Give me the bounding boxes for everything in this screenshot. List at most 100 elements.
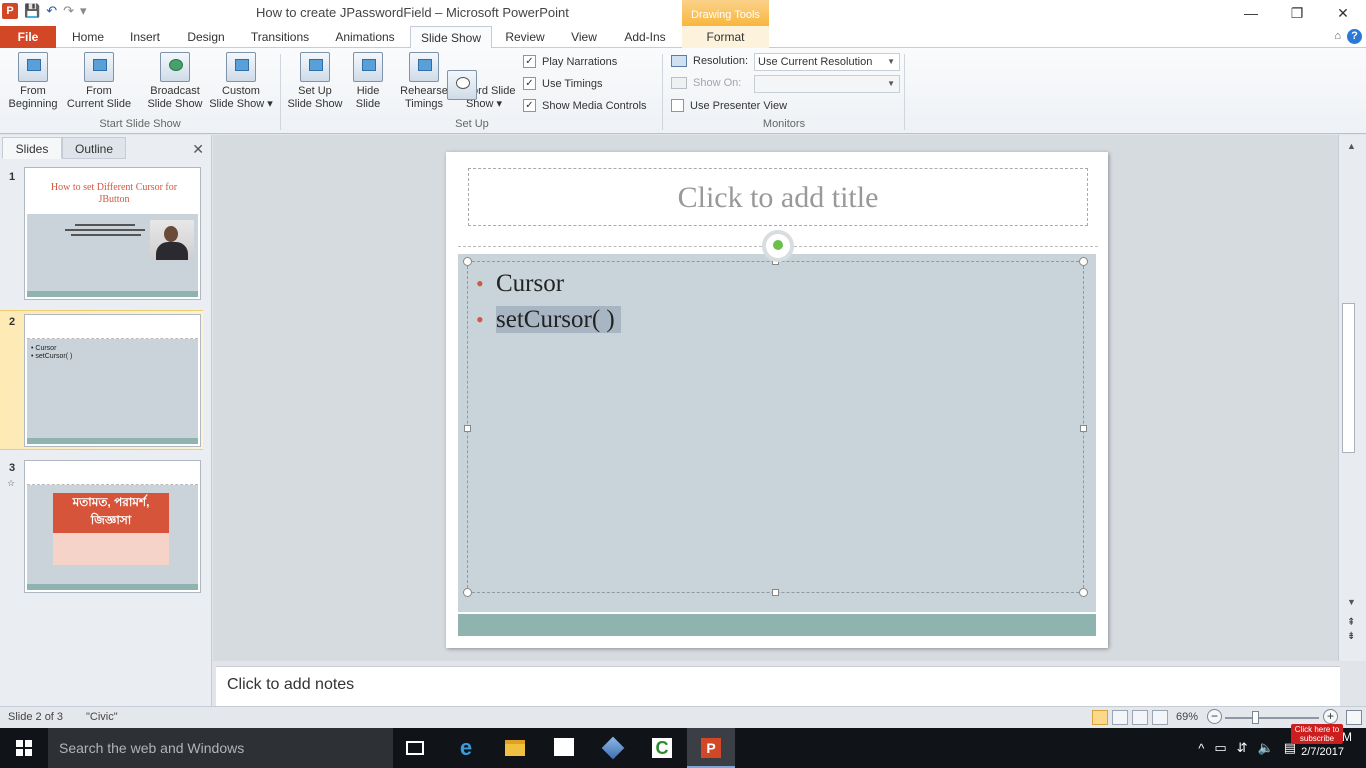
slide-show-view-icon[interactable] <box>1152 710 1168 725</box>
tab-transitions[interactable]: Transitions <box>244 26 316 48</box>
zoom-slider[interactable] <box>1225 717 1319 719</box>
slide-thumbnail-2[interactable]: • Cursor • setCursor( ) <box>24 314 201 447</box>
tab-outline[interactable]: Outline <box>62 137 126 159</box>
use-timings-checkbox[interactable]: ✓ Use Timings <box>523 77 603 90</box>
camtasia-icon[interactable]: C <box>638 728 686 768</box>
tab-animations[interactable]: Animations <box>328 26 402 48</box>
close-pane-icon[interactable]: ✕ <box>192 141 204 158</box>
slide-sorter-view-icon[interactable] <box>1112 710 1128 725</box>
broadcast-slide-show-button[interactable]: Broadcast Slide Show <box>144 52 206 111</box>
save-icon[interactable]: 💾 <box>24 3 40 19</box>
battery-icon[interactable]: ▭ <box>1214 740 1226 756</box>
edge-browser-icon[interactable]: e <box>442 728 490 768</box>
bullet-item[interactable]: Cursor <box>476 266 621 302</box>
tab-home[interactable]: Home <box>66 26 110 48</box>
zoom-level[interactable]: 69% <box>1176 711 1198 723</box>
bullet-item[interactable]: setCursor( ) <box>476 302 621 338</box>
dropdown-arrow-icon: ▼ <box>887 79 895 88</box>
status-bar: Slide 2 of 3 "Civic" 69% − + <box>0 706 1366 728</box>
rehearse-timings-button[interactable]: Rehearse Timings <box>398 52 450 111</box>
vertical-scrollbar[interactable]: ▲ ▼ ⇞ ⇟ <box>1338 135 1366 661</box>
zoom-in-icon[interactable]: + <box>1323 709 1338 724</box>
restore-button[interactable]: ❐ <box>1274 0 1320 26</box>
monitors-group-label: Monitors <box>762 118 806 130</box>
tab-insert[interactable]: Insert <box>122 26 168 48</box>
file-explorer-icon[interactable] <box>491 728 539 768</box>
help-icon[interactable]: ? <box>1347 29 1362 44</box>
zoom-slider-knob[interactable] <box>1252 711 1259 724</box>
notes-pane[interactable]: Click to add notes <box>216 666 1340 706</box>
rotation-handle-icon[interactable] <box>762 230 794 262</box>
undo-icon[interactable]: ↶ <box>46 3 57 19</box>
thumbnail-text-line <box>71 234 141 236</box>
reading-view-icon[interactable] <box>1132 710 1148 725</box>
scroll-down-icon[interactable]: ▼ <box>1347 597 1356 607</box>
store-icon[interactable] <box>540 728 588 768</box>
taskbar-clock[interactable]: 2/7/2017 <box>1301 746 1344 758</box>
next-slide-icon[interactable]: ⇟ <box>1347 631 1355 642</box>
minimize-button[interactable]: — <box>1228 0 1274 26</box>
resize-handle[interactable] <box>1080 425 1087 432</box>
close-button[interactable]: ✕ <box>1320 0 1366 26</box>
volume-icon[interactable]: 🔈 <box>1258 740 1274 756</box>
record-slide-show-button[interactable]: Record Slide Show ▾ <box>447 52 516 111</box>
projector-icon <box>18 52 48 82</box>
normal-view-icon[interactable] <box>1092 710 1108 725</box>
tab-slides[interactable]: Slides <box>2 137 62 159</box>
resize-handle[interactable] <box>1079 257 1088 266</box>
network-icon[interactable]: ⇵ <box>1237 740 1248 756</box>
thumbnail-footer <box>27 438 198 444</box>
play-narrations-checkbox[interactable]: ✓ Play Narrations <box>523 55 617 68</box>
customize-qat-icon[interactable]: ▾ <box>80 3 87 19</box>
tab-file[interactable]: File <box>0 26 56 48</box>
show-media-controls-checkbox[interactable]: ✓ Show Media Controls <box>523 99 647 112</box>
slide-thumbnail-1[interactable]: How to set Different Cursor for JButton <box>24 167 201 300</box>
show-on-dropdown[interactable]: ▼ <box>754 75 900 93</box>
tab-review[interactable]: Review <box>500 26 550 48</box>
ribbon-tabs: File Home Insert Design Transitions Anim… <box>0 26 1366 49</box>
minimize-ribbon-icon[interactable]: ⌂ <box>1334 29 1341 44</box>
set-up-slide-show-button[interactable]: Set Up Slide Show <box>286 52 344 111</box>
task-view-glyph <box>406 741 424 755</box>
fit-to-window-icon[interactable] <box>1346 710 1362 725</box>
scroll-up-icon[interactable]: ▲ <box>1347 141 1356 151</box>
resize-handle[interactable] <box>1079 588 1088 597</box>
previous-slide-icon[interactable]: ⇞ <box>1347 617 1355 628</box>
resize-handle[interactable] <box>463 588 472 597</box>
taskbar-search-box[interactable]: Search the web and Windows <box>48 728 393 768</box>
powerpoint-logo-icon[interactable]: P <box>2 3 18 19</box>
tab-format[interactable]: Format <box>682 26 769 48</box>
custom-slide-show-button[interactable]: Custom Slide Show ▾ <box>208 52 274 111</box>
theme-name[interactable]: "Civic" <box>86 711 118 723</box>
zoom-out-icon[interactable]: − <box>1207 709 1222 724</box>
show-hidden-icons-icon[interactable]: ^ <box>1198 741 1204 756</box>
tab-design[interactable]: Design <box>180 26 232 48</box>
redo-icon[interactable]: ↷ <box>63 3 74 19</box>
subscribe-overlay[interactable]: Click here to subscribe <box>1291 724 1343 744</box>
windows-start-icon[interactable] <box>0 728 48 768</box>
resolution-dropdown[interactable]: Use Current Resolution ▼ <box>754 53 900 71</box>
system-tray: ^ ▭ ⇵ 🔈 ▤ <box>1198 728 1296 768</box>
resize-handle[interactable] <box>463 257 472 266</box>
slide-thumbnail-3[interactable]: মতামত, পরামর্শ, জিজ্ঞাসা <box>24 460 201 593</box>
camtasia-glyph: C <box>652 738 672 758</box>
use-presenter-view-checkbox[interactable]: Use Presenter View <box>671 99 787 112</box>
title-placeholder-text: Click to add title <box>677 181 879 214</box>
from-current-slide-button[interactable]: From Current Slide <box>64 52 134 111</box>
view-buttons <box>1092 710 1168 725</box>
task-view-icon[interactable] <box>392 728 440 768</box>
hide-slide-button[interactable]: Hide Slide <box>348 52 388 111</box>
powerpoint-taskbar-icon[interactable]: P <box>687 728 735 768</box>
title-placeholder[interactable]: Click to add title <box>468 168 1088 226</box>
bullet-list[interactable]: Cursor setCursor( ) <box>476 266 621 338</box>
resize-handle[interactable] <box>464 425 471 432</box>
thumbnail-text-line <box>65 229 145 231</box>
resize-handle[interactable] <box>772 589 779 596</box>
tab-add-ins[interactable]: Add-Ins <box>618 26 672 48</box>
scroll-thumb[interactable] <box>1342 303 1355 453</box>
from-beginning-button[interactable]: From Beginning <box>4 52 62 111</box>
tab-slide-show[interactable]: Slide Show <box>410 26 492 49</box>
tab-view[interactable]: View <box>562 26 606 48</box>
virtualbox-icon[interactable] <box>589 728 637 768</box>
setup-icon <box>300 52 330 82</box>
